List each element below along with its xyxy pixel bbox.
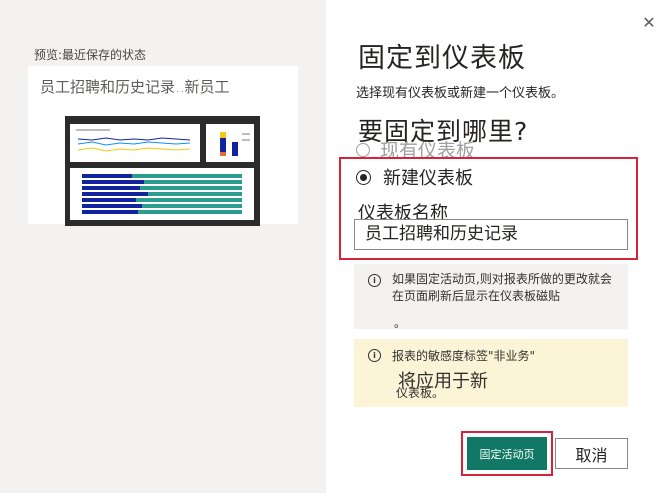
report-thumbnail xyxy=(65,116,260,226)
preview-label: 预览:最近保存的状态 xyxy=(34,48,147,62)
close-icon[interactable]: ✕ xyxy=(640,14,658,32)
radio-new-label: 新建仪表板 xyxy=(383,168,473,189)
radio-unselected-icon xyxy=(356,142,370,157)
thumbnail-line-chart xyxy=(70,124,200,162)
cancel-button[interactable]: 取消 xyxy=(555,438,628,469)
thumbnail-line-chart-svg xyxy=(76,129,191,152)
info-message-period: 。 xyxy=(394,316,407,330)
thumbnail-column-chart xyxy=(206,124,254,162)
preview-card-title: 员工招聘和历史记录..新员工 xyxy=(40,78,230,96)
preview-card: 员工招聘和历史记录..新员工 xyxy=(28,66,298,226)
thumbnail-bar-chart xyxy=(70,168,254,220)
sensitivity-message-text: 报表的敏感度标签"非业务" xyxy=(392,349,536,363)
dialog-title: 固定到仪表板 xyxy=(358,43,526,74)
preview-panel: 预览:最近保存的状态 员工招聘和历史记录..新员工 xyxy=(0,0,326,493)
thumbnail-column-chart-svg xyxy=(220,132,250,156)
thumbnail-bar-chart-svg xyxy=(82,174,242,214)
info-icon: i xyxy=(368,349,381,362)
pin-live-page-button[interactable]: 固定活动页 xyxy=(467,437,547,470)
dashboard-name-input[interactable]: 员工招聘和历史记录 xyxy=(354,219,628,250)
dialog-subtitle: 选择现有仪表板或新建一个仪表板。 xyxy=(356,86,565,101)
radio-new-dashboard[interactable]: 新建仪表板 xyxy=(356,164,473,190)
radio-selected-icon xyxy=(356,169,371,185)
info-message-box: i 如果固定活动页,则对报表所做的更改就会在页面刷新后显示在仪表板磁贴 。 xyxy=(354,264,628,330)
info-message-text: 如果固定活动页,则对报表所做的更改就会在页面刷新后显示在仪表板磁贴 xyxy=(392,272,612,303)
info-icon: i xyxy=(368,274,381,287)
sensitivity-message-small: 仪表板。 xyxy=(396,386,445,400)
sensitivity-message-box: i 报表的敏感度标签"非业务" 将应用于新 仪表板。 xyxy=(354,339,628,407)
